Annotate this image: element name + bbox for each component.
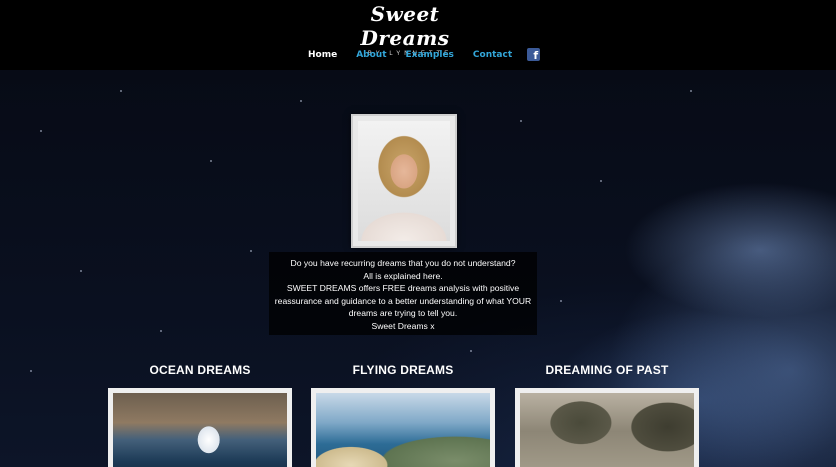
section-thumbnail[interactable]	[515, 388, 699, 467]
section-dreaming-of-past[interactable]: DREAMING OF PAST	[515, 362, 699, 467]
vintage-photo-image	[520, 393, 694, 467]
nav-home[interactable]: Home	[308, 50, 337, 60]
intro-line: reassurance and guidance to a better und…	[274, 295, 532, 306]
intro-line: dreams are trying to tell you.	[348, 308, 458, 319]
ocean-wave-image	[113, 393, 287, 467]
site-header: Sweet Dreams BY LYNNETTE Home About Exam…	[0, 0, 836, 70]
skydiver-image	[316, 393, 490, 467]
section-title[interactable]: OCEAN DREAMS	[108, 362, 292, 378]
nav-about[interactable]: About	[356, 50, 386, 60]
main-nav: Home About Examples Contact f	[308, 48, 541, 61]
intro-line: SWEET DREAMS offers FREE dreams analysis…	[286, 283, 520, 294]
logo-title: Sweet Dreams	[360, 2, 450, 50]
section-thumbnail[interactable]	[311, 388, 495, 467]
section-title[interactable]: DREAMING OF PAST	[515, 362, 699, 378]
section-flying-dreams[interactable]: FLYING DREAMS	[311, 362, 495, 467]
section-ocean-dreams[interactable]: OCEAN DREAMS	[108, 362, 292, 467]
intro-line: All is explained here.	[363, 270, 443, 281]
intro-line: Do you have recurring dreams that you do…	[290, 258, 516, 268]
nav-examples[interactable]: Examples	[406, 50, 454, 60]
section-thumbnail[interactable]	[108, 388, 292, 467]
intro-line: Sweet Dreams x	[371, 320, 435, 331]
facebook-icon[interactable]: f	[527, 48, 541, 61]
intro-text-box: Do you have recurring dreams that you do…	[269, 252, 537, 335]
section-title[interactable]: FLYING DREAMS	[311, 362, 495, 378]
portrait-photo	[358, 121, 450, 241]
portrait-frame	[351, 114, 457, 248]
nav-contact[interactable]: Contact	[473, 50, 512, 60]
